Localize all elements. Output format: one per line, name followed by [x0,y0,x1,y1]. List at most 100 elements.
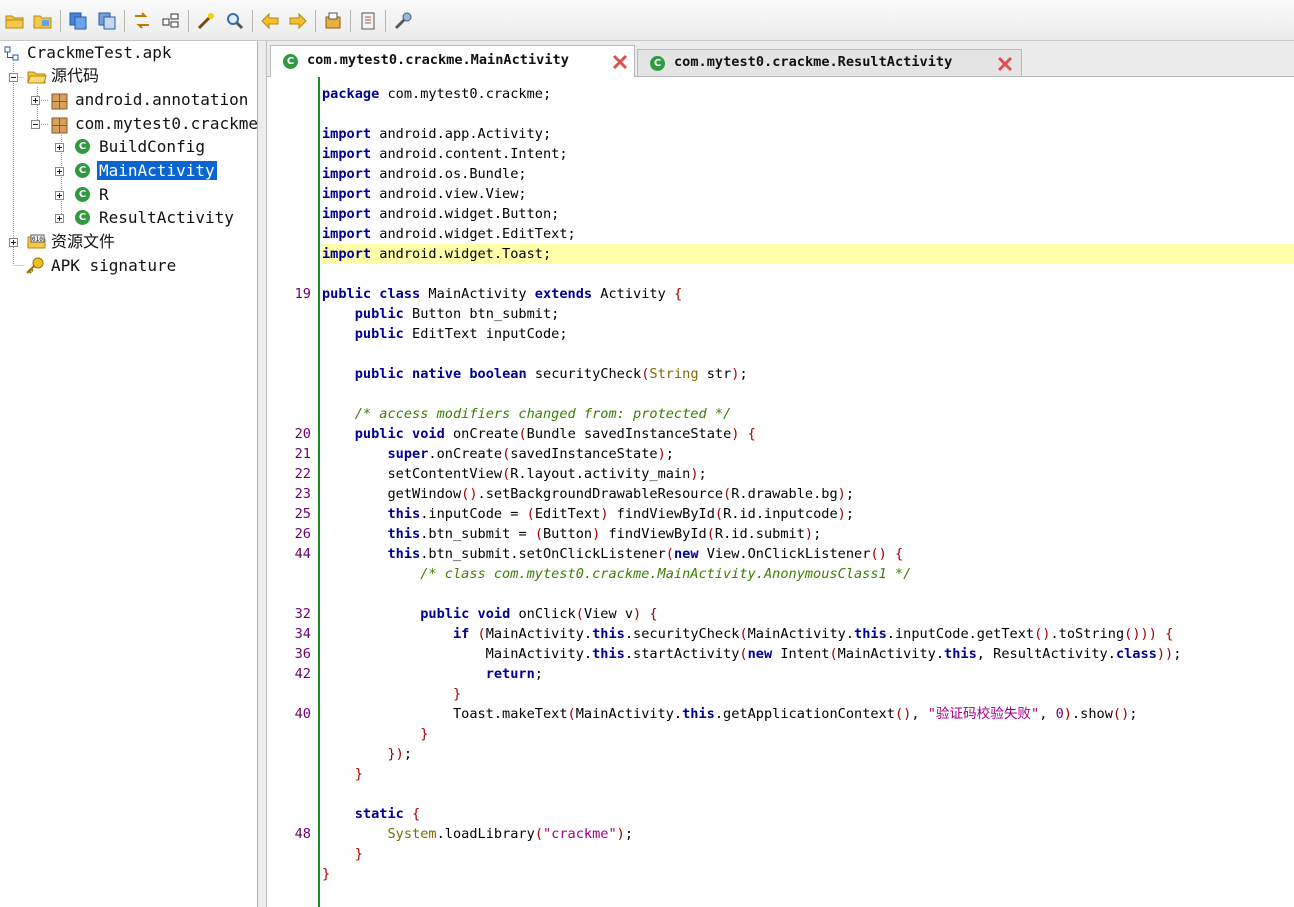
source-code[interactable]: package com.mytest0.crackme;​import andr… [322,84,1181,884]
code-line[interactable]: package com.mytest0.crackme; [322,84,1181,104]
code-line[interactable]: import android.content.Intent; [322,144,1181,164]
pane-splitter[interactable] [258,41,267,907]
code-line[interactable]: public Button btn_submit; [322,304,1181,324]
code-line[interactable]: /* class com.mytest0.crackme.MainActivit… [322,564,1181,584]
tab-resultactivity[interactable]: C com.mytest0.crackme.ResultActivity [637,49,1022,76]
tree-item-package-android[interactable]: android.annotation [75,89,248,111]
code-line[interactable]: import android.widget.Toast; [322,244,1181,264]
tree-item-r[interactable]: R [99,184,109,206]
code-line[interactable]: ​ [322,784,1181,804]
code-line[interactable]: ​ [322,384,1181,404]
tree-item-apk[interactable]: CrackmeTest.apk [27,42,172,64]
code-line[interactable]: public native boolean securityCheck(Stri… [322,364,1181,384]
code-line[interactable]: } [322,844,1181,864]
project-tree: CrackmeTest.apk 源代码 android.annotation c… [0,41,258,907]
open-file-icon[interactable] [5,11,25,31]
flatten-packages-icon[interactable] [161,11,181,31]
expand-r-toggle[interactable] [55,191,64,200]
code-line[interactable]: ​ [322,344,1181,364]
code-line[interactable]: } [322,724,1181,744]
tree-item-buildconfig[interactable]: BuildConfig [99,136,205,158]
line-number: 44 [294,546,311,562]
code-line[interactable]: getWindow().setBackgroundDrawableResourc… [322,484,1181,504]
code-line[interactable]: this.btn_submit.setOnClickListener(new V… [322,544,1181,564]
class-icon: C [75,210,90,225]
key-icon [26,257,44,274]
code-line[interactable]: this.inputCode = (EditText) findViewById… [322,504,1181,524]
code-line[interactable]: static { [322,804,1181,824]
apk-root-icon [4,46,19,61]
code-line[interactable]: public void onCreate(Bundle savedInstanc… [322,424,1181,444]
close-tab-icon[interactable] [996,55,1014,73]
tree-item-signature-label: APK signature [51,256,177,275]
tree-item-resources[interactable]: 资源文件 [51,231,115,253]
line-number: 42 [294,666,311,682]
tree-item-source-label: 源代码 [51,66,100,85]
code-line[interactable]: setContentView(R.layout.activity_main); [322,464,1181,484]
save-all-icon[interactable] [97,11,117,31]
code-line[interactable]: import android.widget.EditText; [322,224,1181,244]
code-line[interactable]: public void onClick(View v) { [322,604,1181,624]
code-line[interactable]: import android.widget.Button; [322,204,1181,224]
code-line[interactable]: } [322,864,1181,884]
line-number: 26 [294,526,311,542]
tree-item-resultactivity[interactable]: ResultActivity [99,207,234,229]
expand-resources-toggle[interactable] [9,238,18,247]
decompile-wand-icon[interactable] [196,11,216,31]
tree-item-resultactivity-label: ResultActivity [99,208,234,227]
code-line[interactable]: import android.os.Bundle; [322,164,1181,184]
collapse-package-crackme-toggle[interactable] [31,120,40,129]
line-number: 34 [294,626,311,642]
settings-wrench-icon[interactable] [393,11,413,31]
code-line[interactable]: System.loadLibrary("crackme"); [322,824,1181,844]
code-line[interactable]: /* access modifiers changed from: protec… [322,404,1181,424]
code-line[interactable]: ​ [322,104,1181,124]
tree-item-apk-label: CrackmeTest.apk [27,43,172,62]
save-icon[interactable] [68,11,88,31]
collapse-source-toggle[interactable] [9,73,18,82]
close-tab-icon[interactable] [611,53,629,71]
code-line[interactable]: public class MainActivity extends Activi… [322,284,1181,304]
back-arrow-icon[interactable] [260,11,280,31]
tab-mainactivity-title: com.mytest0.crackme.MainActivity [307,52,569,68]
class-icon: C [75,139,90,154]
code-line[interactable]: ​ [322,584,1181,604]
preferences-icon[interactable] [358,11,378,31]
resource-folder-icon: 010 [27,234,46,249]
code-line[interactable]: import android.app.Activity; [322,124,1181,144]
toolbar [0,0,1294,41]
expand-mainactivity-toggle[interactable] [55,167,64,176]
code-line[interactable]: import android.view.View; [322,184,1181,204]
code-line[interactable]: } [322,764,1181,784]
sync-tree-icon[interactable] [132,11,152,31]
code-line[interactable]: super.onCreate(savedInstanceState); [322,444,1181,464]
tree-item-mainactivity[interactable]: MainActivity [97,160,217,182]
class-icon: C [75,163,90,178]
code-line[interactable]: Toast.makeText(MainActivity.this.getAppl… [322,704,1181,724]
tree-item-package-android-label: android.annotation [75,90,249,109]
tab-mainactivity[interactable]: C com.mytest0.crackme.MainActivity [270,45,635,77]
tree-item-package-crackme-label: com.mytest0.crackme [75,114,258,133]
line-number: 21 [294,446,311,462]
expand-buildconfig-toggle[interactable] [55,143,64,152]
tree-item-source[interactable]: 源代码 [51,65,99,87]
tree-item-package-crackme[interactable]: com.mytest0.crackme [75,113,258,135]
code-line[interactable]: }); [322,744,1181,764]
code-line[interactable]: return; [322,664,1181,684]
tree-item-signature[interactable]: APK signature [51,255,176,277]
expand-resultactivity-toggle[interactable] [55,214,64,223]
code-line[interactable]: public EditText inputCode; [322,324,1181,344]
code-editor[interactable]: 19 20 21 22 23 25 26 44 32 34 36 42 40 48 package com… [267,77,1294,907]
expand-package-android-toggle[interactable] [31,96,40,105]
log-icon[interactable] [323,11,343,31]
forward-arrow-icon[interactable] [288,11,308,31]
open-folder-icon[interactable] [33,11,53,31]
code-line[interactable]: this.btn_submit = (Button) findViewById(… [322,524,1181,544]
code-line[interactable]: MainActivity.this.startActivity(new Inte… [322,644,1182,664]
code-line[interactable]: if (MainActivity.this.securityCheck(Main… [322,624,1181,644]
tree-item-buildconfig-label: BuildConfig [99,137,205,156]
package-icon [51,93,68,110]
code-line[interactable]: ​ [322,264,1181,284]
search-icon[interactable] [225,11,245,31]
code-line[interactable]: } [322,684,1181,704]
